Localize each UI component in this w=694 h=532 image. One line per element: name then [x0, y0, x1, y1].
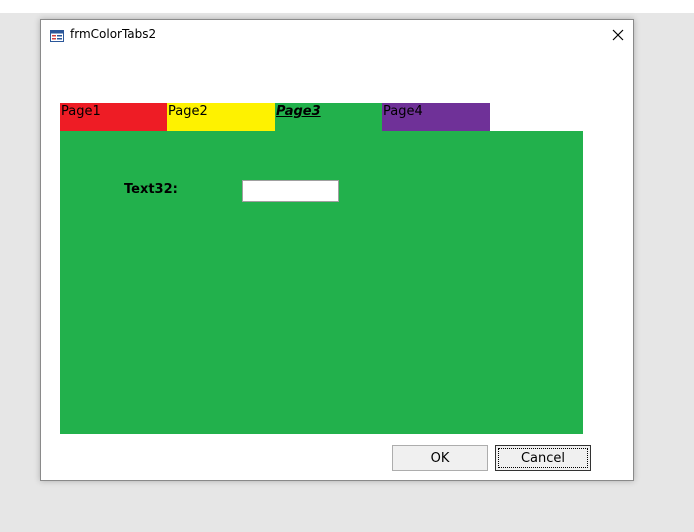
tab-page1[interactable]: Page1: [60, 103, 167, 131]
background-strip: [0, 0, 694, 13]
close-icon: [612, 29, 624, 41]
text32-label: Text32:: [124, 182, 178, 197]
ok-button[interactable]: OK: [392, 445, 488, 471]
tab-page4[interactable]: Page4: [382, 103, 490, 131]
tab-label: Page3: [276, 104, 321, 119]
cancel-button-label: Cancel: [520, 450, 566, 466]
tab-page3[interactable]: Page3: [275, 103, 382, 131]
ok-button-label: OK: [430, 450, 450, 466]
tab-label: Page2: [168, 104, 208, 119]
tab-label: Page1: [61, 104, 101, 119]
window-title: frmColorTabs2: [70, 27, 157, 41]
close-button[interactable]: [605, 24, 631, 46]
tab-page-content: Text32:: [60, 131, 583, 434]
cancel-button[interactable]: Cancel: [495, 445, 591, 471]
tab-page2[interactable]: Page2: [167, 103, 275, 131]
tab-label: Page4: [383, 104, 423, 119]
form-icon: [50, 27, 64, 42]
text32-input[interactable]: [242, 180, 339, 202]
form-window: frmColorTabs2 Page1 Page2 Page3 Page4 Te…: [40, 19, 634, 481]
